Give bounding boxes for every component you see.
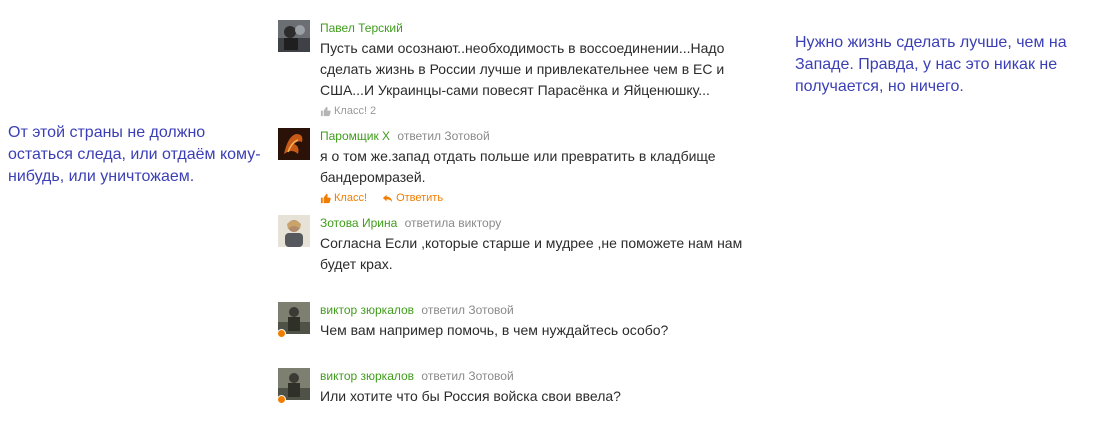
reply-to[interactable]: ответил Зотовой (421, 369, 513, 383)
thumbs-up-icon (320, 193, 331, 203)
author-link[interactable]: Зотова Ирина (320, 216, 397, 230)
annotation-left: От этой страны не должно остаться следа,… (8, 124, 261, 185)
reply-to[interactable]: ответил Зотовой (397, 129, 489, 143)
reply-button[interactable]: Ответить (382, 191, 443, 205)
reply-label: Ответить (396, 192, 444, 204)
thumbs-up-icon (320, 106, 331, 116)
avatar[interactable] (278, 215, 310, 247)
reply-to[interactable]: ответила виктору (405, 216, 502, 230)
comment-text: Чем вам например помочь, в чем нуждайтес… (320, 322, 669, 338)
comment-header: виктор зюркалов ответил Зотовой (320, 368, 760, 384)
comment-header: виктор зюркалов ответил Зотовой (320, 302, 760, 318)
klass-label: Класс! 2 (334, 105, 377, 117)
klass-label: Класс! (334, 192, 367, 204)
author-link[interactable]: виктор зюркалов (320, 369, 414, 383)
comment-text: Согласна Если ,которые старше и мудрее ,… (320, 235, 743, 272)
reply-to[interactable]: ответил Зотовой (421, 303, 513, 317)
klass-button[interactable]: Класс! 2 (320, 104, 376, 118)
avatar[interactable] (278, 128, 310, 160)
comment-text: Или хотите что бы Россия войска свои вве… (320, 388, 621, 404)
comment-header: Зотова Ирина ответила виктору (320, 215, 760, 231)
comment-text: я о том же.запад отдать польше или превр… (320, 148, 716, 185)
comment-text: Пусть сами осознают..необходимость в вос… (320, 40, 725, 98)
klass-button[interactable]: Класс! (320, 191, 367, 205)
online-indicator (277, 329, 286, 338)
avatar[interactable] (278, 20, 310, 52)
comment-header: Павел Терский (320, 20, 760, 36)
comment-actions: Класс! Ответить (320, 191, 760, 208)
author-link[interactable]: Паромщик Х (320, 129, 390, 143)
annotation-right: Нужно жизнь сделать лучше, чем на Западе… (795, 34, 1067, 95)
comment-header: Паромщик Х ответил Зотовой (320, 128, 760, 144)
online-indicator (277, 395, 286, 404)
author-link[interactable]: Павел Терский (320, 21, 403, 35)
comment-actions: Класс! 2 (320, 104, 760, 121)
author-link[interactable]: виктор зюркалов (320, 303, 414, 317)
reply-arrow-icon (382, 194, 393, 202)
